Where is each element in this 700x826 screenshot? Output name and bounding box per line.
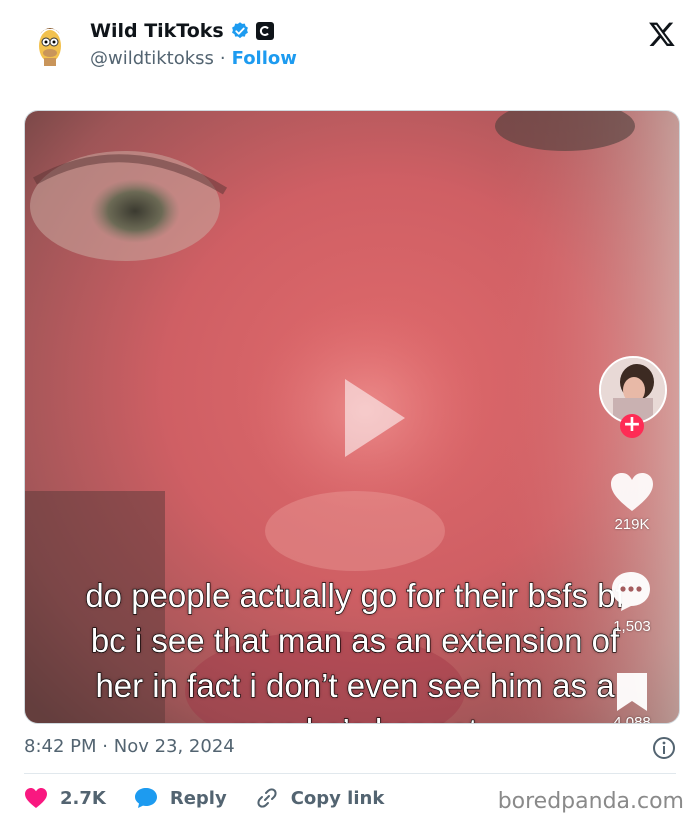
cartoon-avatar-icon <box>39 28 61 66</box>
tweet-date: Nov 23, 2024 <box>113 736 235 757</box>
link-icon <box>257 788 277 808</box>
tweet-card: Wild TikToks @wildtiktokss · Follow do p… <box>0 0 700 826</box>
bookmark-icon[interactable] <box>615 671 649 713</box>
tweet-timestamp[interactable]: 8:42 PM · Nov 23, 2024 <box>24 736 235 757</box>
tweet-actions: 2.7K Reply Copy link <box>24 786 384 810</box>
heart-icon[interactable] <box>609 471 655 513</box>
reply-bubble-icon <box>134 788 157 808</box>
tiktok-follow-plus[interactable]: + <box>620 414 644 438</box>
likes-count: 2.7K <box>60 787 106 809</box>
account-name[interactable]: Wild TikToks <box>90 20 224 42</box>
video-caption: do people actually go for their bsfs bf … <box>85 576 626 723</box>
likes-count-tiktok: 219K <box>614 516 650 533</box>
copy-link-button[interactable]: Copy link <box>255 786 385 810</box>
comment-icon[interactable] <box>609 569 653 613</box>
divider <box>24 773 676 774</box>
reply-button[interactable]: Reply <box>134 787 227 809</box>
account-handle[interactable]: @wildtiktokss <box>90 48 214 69</box>
copy-link-label: Copy link <box>290 787 385 809</box>
follow-button[interactable]: Follow <box>232 48 297 69</box>
reply-label: Reply <box>169 787 227 809</box>
heart-icon <box>25 788 47 808</box>
watermark: boredpanda.com <box>497 789 684 814</box>
verified-check-icon <box>231 22 248 39</box>
play-icon[interactable] <box>343 377 407 459</box>
handle-row: @wildtiktokss · Follow <box>90 48 297 69</box>
avatar[interactable] <box>26 20 74 68</box>
x-logo-icon[interactable] <box>648 20 676 48</box>
account-name-row: Wild TikToks <box>90 20 274 42</box>
like-button[interactable]: 2.7K <box>24 787 106 809</box>
affiliate-badge-icon <box>255 22 274 40</box>
video-media[interactable]: do people actually go for their bsfs bf … <box>24 110 680 724</box>
comments-count-tiktok: 1,503 <box>613 618 651 635</box>
separator-dot: · <box>102 736 108 757</box>
info-icon[interactable] <box>652 736 676 760</box>
tweet-time: 8:42 PM <box>24 736 97 757</box>
separator-dot: · <box>219 48 226 69</box>
saves-count-tiktok: 4,088 <box>613 714 651 724</box>
